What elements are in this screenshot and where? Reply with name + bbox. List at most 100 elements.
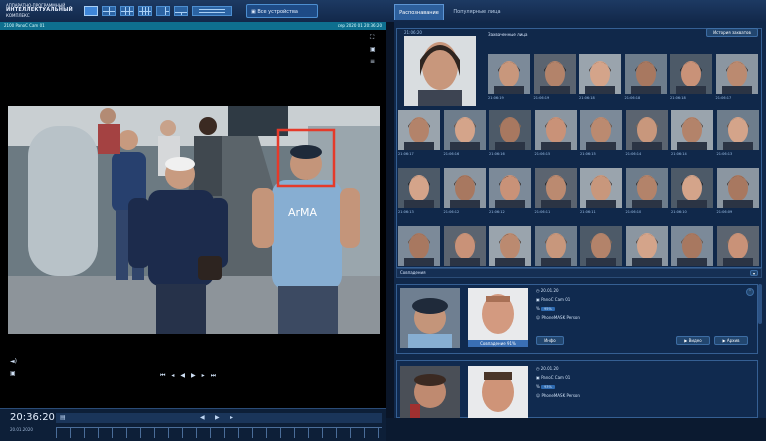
- captured-face-thumb[interactable]: [398, 226, 440, 266]
- captured-face-thumb[interactable]: [398, 168, 440, 208]
- captured-face-thumb[interactable]: [488, 54, 530, 94]
- captured-face-thumb[interactable]: [580, 226, 622, 266]
- match-1-camera-row: ▣ PanoC Cam 01: [536, 297, 570, 302]
- captured-face-thumb[interactable]: [625, 168, 668, 208]
- matches-collapse-button[interactable]: ▾: [750, 270, 758, 276]
- captured-face-time: 21:06:15: [580, 152, 596, 156]
- match-1-close-icon[interactable]: ˄: [746, 288, 754, 296]
- captured-face-latest[interactable]: [404, 36, 476, 106]
- layout-1plus5-icon[interactable]: [156, 6, 170, 16]
- captured-face-thumb[interactable]: [580, 110, 622, 150]
- layout-2x2-icon[interactable]: [102, 6, 116, 16]
- match-1-video-button[interactable]: ▶ Видео: [676, 336, 710, 345]
- layout-custom-icon[interactable]: [192, 6, 232, 16]
- record-icon[interactable]: ▣: [10, 370, 16, 377]
- skip-forward-icon[interactable]: ⏭: [211, 372, 222, 379]
- match-2-time: 20.01.20: [540, 366, 559, 371]
- match-1-captured-face: [400, 288, 460, 348]
- audio-icon[interactable]: ◄): [10, 358, 17, 365]
- captured-face-thumb[interactable]: [671, 110, 713, 150]
- svg-text:ArMA: ArMA: [288, 206, 318, 219]
- play-back-icon[interactable]: ◀: [180, 372, 191, 379]
- captured-face-thumb[interactable]: [443, 110, 486, 150]
- captured-face-time: 21:06:15: [534, 152, 551, 156]
- settings-icon[interactable]: ≡: [370, 58, 375, 65]
- archive-label: Архив: [726, 338, 740, 343]
- playback-controls: ⏮◂◀▶▸⏭: [160, 372, 222, 380]
- captured-face-time: 21:06:10: [625, 210, 642, 214]
- captured-face-time: 21:06:10: [671, 210, 687, 214]
- captured-face-time: 21:06:14: [671, 152, 687, 156]
- captured-face-time: 21:06:14: [625, 152, 642, 156]
- captured-face-thumb[interactable]: [716, 226, 759, 266]
- top-toolbar: АППАРАТНО-ПРОГРАММНЫЙ ИНТЕЛЛЕКТУАЛЬНЫЙ К…: [0, 0, 766, 23]
- layout-1plus7-icon[interactable]: [174, 6, 188, 16]
- captured-face-thumb[interactable]: [716, 110, 759, 150]
- match-1-time: 20.01.20: [540, 288, 559, 293]
- captured-face-time: 21:06:18: [624, 96, 641, 100]
- captured-face-time: 21:06:17: [398, 152, 414, 156]
- video-label: Видео: [688, 338, 702, 343]
- camera-title: 2100 PanoC Cam 01: [4, 23, 45, 28]
- next-frame-icon[interactable]: ▸: [202, 372, 211, 379]
- snapshot-icon[interactable]: ▣: [370, 46, 376, 53]
- all-cameras-button[interactable]: ▣ Все устройства: [246, 4, 318, 18]
- captured-face-thumb[interactable]: [716, 168, 759, 208]
- captured-face-thumb[interactable]: [534, 226, 577, 266]
- camera-video-frame[interactable]: ArMA: [8, 106, 380, 334]
- play-icon[interactable]: ▶: [191, 372, 202, 379]
- captured-face-time: 21:06:13: [716, 152, 733, 156]
- captured-big-time: 21:06:20: [404, 30, 422, 35]
- captured-face-thumb[interactable]: [579, 54, 621, 94]
- captured-face-thumb[interactable]: [398, 110, 440, 150]
- layout-1x1-icon[interactable]: [84, 6, 98, 16]
- captured-face-time: 21:06:11: [534, 210, 551, 214]
- camera-timestamp: сер 2020 01 20:36:20: [337, 23, 382, 28]
- match-1-db-face: [468, 288, 528, 340]
- tab-recognition[interactable]: Распознавание: [394, 4, 444, 20]
- captured-face-thumb[interactable]: [489, 226, 531, 266]
- match-2-similarity: 93%: [541, 385, 555, 389]
- layout-4x4-icon[interactable]: [138, 6, 152, 16]
- match-1-camera: PanoC Cam 01: [541, 297, 571, 302]
- pane-divider[interactable]: [386, 22, 394, 418]
- info-label: Инфо: [544, 338, 556, 343]
- match-1-info-button[interactable]: Инфо: [536, 336, 564, 345]
- captured-face-thumb[interactable]: [715, 54, 758, 94]
- capture-history-button[interactable]: История захватов: [706, 28, 758, 37]
- captured-face-thumb[interactable]: [489, 110, 531, 150]
- all-cameras-label: Все устройства: [257, 9, 298, 15]
- captured-face-time: 21:06:09: [716, 210, 733, 214]
- captured-face-thumb[interactable]: [670, 54, 712, 94]
- match-2-time-row: ◷ 20.01.20: [536, 366, 559, 371]
- match-1-similarity: 95%: [541, 307, 555, 311]
- match-1-label: Совпадение 91%: [468, 340, 528, 347]
- captured-face-thumb[interactable]: [671, 226, 713, 266]
- fullscreen-icon[interactable]: ⛶: [370, 34, 374, 42]
- captured-face-time: 21:06:18: [579, 96, 595, 100]
- captured-face-thumb[interactable]: [625, 110, 668, 150]
- captured-face-thumb[interactable]: [534, 168, 577, 208]
- captured-face-thumb[interactable]: [489, 168, 531, 208]
- tab-popular-faces[interactable]: Популярные лица: [446, 4, 508, 20]
- match-2-captured-face: [400, 366, 460, 418]
- recognition-panel: 21:06:20 Захваченные лица История захват…: [394, 22, 766, 418]
- camera-header: 2100 PanoC Cam 01 сер 2020 01 20:36:20: [0, 22, 386, 30]
- captured-face-thumb[interactable]: [443, 226, 486, 266]
- captured-face-thumb[interactable]: [580, 168, 622, 208]
- captured-face-thumb[interactable]: [533, 54, 576, 94]
- timeline-scale[interactable]: [56, 427, 382, 438]
- captured-face-thumb[interactable]: [671, 168, 713, 208]
- captured-face-thumb[interactable]: [625, 226, 668, 266]
- captured-face-thumb[interactable]: [443, 168, 486, 208]
- captured-face-time: 21:06:11: [580, 210, 596, 214]
- captured-face-thumb[interactable]: [534, 110, 577, 150]
- match-1-similarity-row: % 95%: [536, 306, 555, 311]
- layout-3x3-icon[interactable]: [120, 6, 134, 16]
- captured-faces-title: Захваченные лица: [488, 32, 528, 37]
- timeline-bar: 20:36:20 20.01.2020 ▤ ◀ ▶ ▸: [0, 408, 386, 441]
- skip-back-icon[interactable]: ⏮: [160, 372, 171, 379]
- match-1-archive-button[interactable]: ▶ Архив: [714, 336, 748, 345]
- matches-scrollbar[interactable]: [758, 284, 762, 324]
- captured-face-thumb[interactable]: [624, 54, 667, 94]
